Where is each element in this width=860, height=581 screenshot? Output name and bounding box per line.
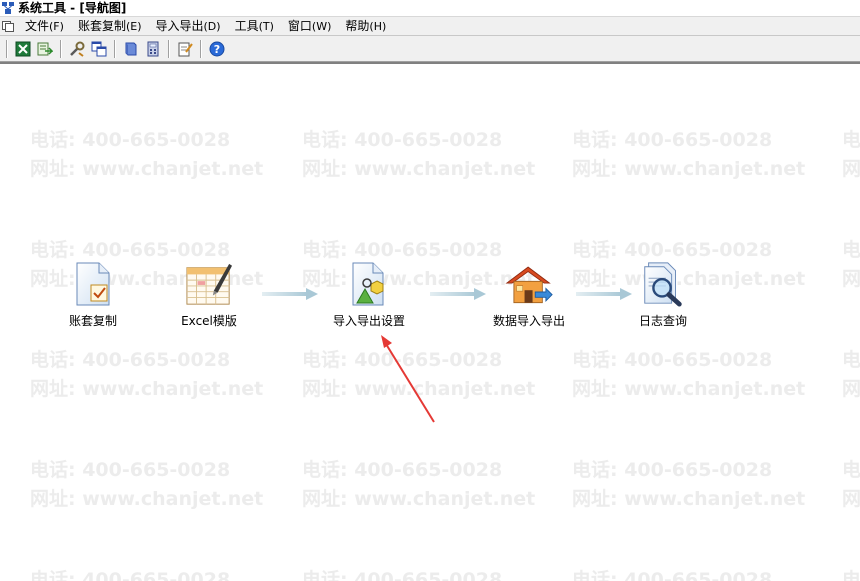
export-icon [37,42,53,55]
watermark: 电话: 400-665-0028网址: www.chanjet.net [572,459,806,510]
watermark: 电话: 400-665-0028 [302,569,503,581]
toolbar-book-button[interactable] [121,39,141,59]
watermark: 电话: 400-665-0028网址: www.chanjet.net [842,239,860,290]
document-magnifier-icon [639,260,687,308]
help-icon: ? [209,41,225,56]
copy-window-icon [91,41,107,56]
watermark: 电话: 400-665-0028网址: www.chanjet.net [30,459,264,510]
watermark: 电话: 400-665-0028 [572,569,773,581]
toolbar: ? [0,36,860,62]
watermark: 电话: 400-665-0028网址: www.chanjet.net [842,129,860,180]
document-check-icon [69,260,117,308]
toolbar-separator [114,39,116,58]
svg-text:?: ? [214,43,220,56]
watermark: 电话: 400-665-0028 [30,569,231,581]
window-title: 系统工具 - [导航图] [18,1,127,15]
menu-help[interactable]: 帮助(H) [338,17,393,36]
toolbar-separator [6,39,8,58]
watermark: 电话: 400-665-0028网址: www.chanjet.net [30,349,264,400]
menu-window[interactable]: 窗口(W) [281,17,338,36]
node-import-export-settings[interactable]: 导入导出设置 [314,260,424,329]
node-account-copy[interactable]: 账套复制 [38,260,148,329]
toolbar-copy-window-button[interactable] [89,39,109,59]
watermark: 电话: 400-665-0028网址: www.chanjet.net [302,129,536,180]
watermark: 电话: 400-665-0028网址: www.chanjet.net [302,459,536,510]
toolbar-notepad-button[interactable] [175,39,195,59]
book-icon [125,42,137,55]
menu-bar: 文件(F) 账套复制(E) 导入导出(D) 工具(T) 窗口(W) 帮助(H) [0,16,860,36]
document-gear-icon [345,260,393,308]
menu-import-export[interactable]: 导入导出(D) [149,17,228,36]
document-icon[interactable] [2,20,14,32]
navigation-canvas: 电话: 400-665-0028 网址: www.chanjet.net 电话: … [0,62,860,581]
notepad-icon [178,42,193,56]
tools-icon [70,41,85,57]
toolbar-calculator-button[interactable] [143,39,163,59]
toolbar-tools-button[interactable] [67,39,87,59]
excel-icon [15,41,31,56]
calculator-icon [147,41,159,56]
house-arrow-icon [505,260,553,308]
watermark: 电话: 400-665-0028网址: www.chanjet.net [842,349,860,400]
toolbar-separator [200,39,202,58]
flow-arrow-icon [262,288,318,300]
node-log-query[interactable]: 日志查询 [608,260,718,329]
spreadsheet-pen-icon [185,260,233,308]
toolbar-separator [168,39,170,58]
watermark: 电话: 400-665-0028网址: www.chanjet.net [572,349,806,400]
app-window: 系统工具 - [导航图] 文件(F) 账套复制(E) 导入导出(D) 工具(T)… [0,0,860,581]
toolbar-help-button[interactable]: ? [207,39,227,59]
watermark: 电话: 400-665-0028网址: www.chanjet.net [842,459,860,510]
watermark: 电话: 400-665-0028 [842,569,860,581]
menu-tools[interactable]: 工具(T) [228,17,281,36]
toolbar-excel-button[interactable] [13,39,33,59]
toolbar-export-button[interactable] [35,39,55,59]
node-data-import-export[interactable]: 数据导入导出 [474,260,584,329]
menu-account-copy[interactable]: 账套复制(E) [71,17,149,36]
menu-file[interactable]: 文件(F) [18,17,71,36]
toolbar-separator [60,39,62,58]
watermark: 电话: 400-665-0028网址: www.chanjet.net [302,349,536,400]
title-bar: 系统工具 - [导航图] [0,0,860,16]
node-excel-template[interactable]: Excel模版 [154,260,264,329]
app-network-icon [2,2,14,14]
watermark: 电话: 400-665-0028网址: www.chanjet.net [572,129,806,180]
watermark: 电话: 400-665-0028网址: www.chanjet.net [30,129,264,180]
